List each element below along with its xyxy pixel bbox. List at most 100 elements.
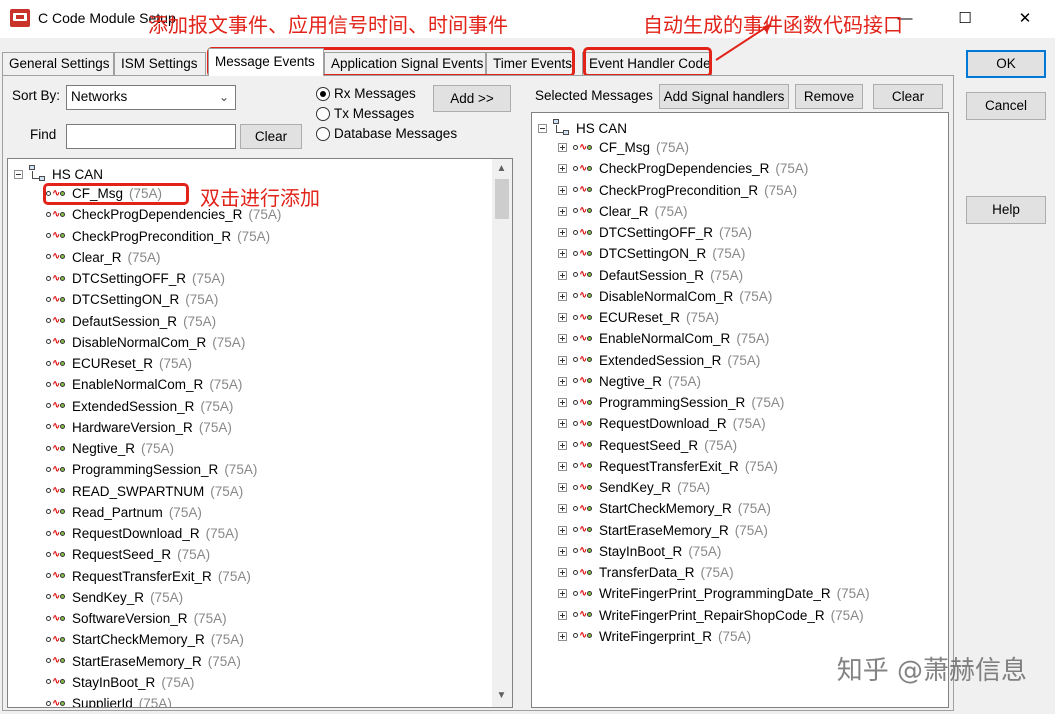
message-item[interactable]: ∿ DTCSettingOFF_R (75A) [558, 222, 752, 243]
message-item[interactable]: ∿ RequestDownload_R (75A) [558, 413, 766, 434]
message-item[interactable]: ∿ EnableNormalCom_R (75A) [558, 328, 769, 349]
message-item[interactable]: ∿ SendKey_R (75A) [46, 587, 183, 608]
collapse-icon[interactable] [14, 169, 23, 179]
expand-icon[interactable] [558, 228, 567, 237]
tree-root-hs-can[interactable]: HS CAN [14, 165, 103, 183]
message-item[interactable]: ∿ READ_SWPARTNUM (75A) [46, 481, 243, 502]
message-item[interactable]: ∿ Read_Partnum (75A) [46, 502, 202, 523]
expand-icon[interactable] [558, 440, 567, 450]
message-item[interactable]: ∿ ProgrammingSession_R (75A) [46, 459, 257, 480]
message-item[interactable]: ∿ StartCheckMemory_R (75A) [558, 498, 771, 519]
message-item[interactable]: ∿ RequestTransferExit_R (75A) [46, 566, 251, 587]
tab-general-settings[interactable]: General Settings [2, 52, 114, 75]
selected-messages-tree[interactable]: HS CAN ∿ CF_Msg (75A) ∿ CheckProgDependencie… [531, 112, 949, 708]
selected-clear-button[interactable]: Clear [873, 84, 943, 109]
expand-icon[interactable] [558, 270, 567, 280]
expand-icon[interactable] [558, 631, 567, 641]
expand-icon[interactable] [558, 546, 567, 556]
expand-icon[interactable] [558, 525, 567, 535]
expand-icon[interactable] [558, 143, 567, 152]
expand-icon[interactable] [558, 164, 567, 174]
radio-database-messages[interactable]: Database Messages [316, 126, 457, 141]
radio-tx-messages[interactable]: Tx Messages [316, 106, 414, 121]
message-item[interactable]: ∿ HardwareVersion_R (75A) [46, 417, 232, 438]
scroll-down-icon[interactable]: ▼ [493, 687, 510, 704]
message-item[interactable]: ∿ Clear_R (75A) [558, 201, 688, 222]
add-button[interactable]: Add >> [433, 85, 511, 112]
message-item[interactable]: ∿ StartCheckMemory_R (75A) [46, 629, 244, 650]
message-item[interactable]: ∿ CheckProgPrecondition_R (75A) [558, 180, 797, 201]
message-item[interactable]: ∿ DefautSession_R (75A) [46, 311, 216, 332]
collapse-icon[interactable] [538, 123, 547, 133]
help-button[interactable]: Help [966, 196, 1046, 224]
expand-icon[interactable] [558, 610, 567, 620]
tab-ism-settings[interactable]: ISM Settings [114, 52, 206, 75]
message-item[interactable]: ∿ StartEraseMemory_R (75A) [558, 520, 768, 541]
expand-icon[interactable] [558, 185, 567, 195]
tab-message-events[interactable]: Message Events [208, 48, 324, 76]
available-messages-tree[interactable]: HS CAN ∿ CF_Msg (75A) ∿ CheckProgDependencie… [7, 158, 513, 708]
message-item[interactable]: ∿ Clear_R (75A) [46, 247, 161, 268]
message-item[interactable]: ∿ ECUReset_R (75A) [46, 353, 192, 374]
message-item[interactable]: ∿ StayInBoot_R (75A) [46, 672, 194, 693]
message-item[interactable]: ∿ WriteFingerPrint_RepairShopCode_R (75A) [558, 605, 864, 626]
expand-icon[interactable] [558, 291, 567, 301]
tree-root-hs-can[interactable]: HS CAN [538, 119, 627, 137]
expand-icon[interactable] [558, 461, 567, 471]
left-tree-scrollbar[interactable]: ▲ ▼ [492, 159, 512, 707]
expand-icon[interactable] [558, 504, 567, 514]
expand-icon[interactable] [558, 589, 567, 599]
expand-icon[interactable] [558, 206, 567, 216]
message-item[interactable]: ∿ DTCSettingOFF_R (75A) [46, 268, 225, 289]
scroll-thumb[interactable] [495, 179, 509, 219]
message-item[interactable]: ∿ DTCSettingON_R (75A) [46, 289, 218, 310]
expand-icon[interactable] [558, 568, 567, 577]
message-item[interactable]: ∿ EnableNormalCom_R (75A) [46, 374, 242, 395]
message-item[interactable]: ∿ DisableNormalCom_R (75A) [46, 332, 245, 353]
message-item[interactable]: ∿ DisableNormalCom_R (75A) [558, 286, 772, 307]
expand-icon[interactable] [558, 334, 567, 344]
expand-icon[interactable] [558, 483, 567, 492]
message-item[interactable]: ∿ ExtendedSession_R (75A) [46, 396, 233, 417]
expand-icon[interactable] [558, 249, 567, 259]
expand-icon[interactable] [558, 398, 567, 407]
sort-by-select[interactable]: Networks ⌄ [66, 85, 236, 110]
message-item[interactable]: ∿ RequestDownload_R (75A) [46, 523, 239, 544]
find-clear-button[interactable]: Clear [240, 124, 302, 149]
maximize-button[interactable]: ☐ [945, 6, 985, 32]
message-item[interactable]: ∿ SendKey_R (75A) [558, 477, 710, 498]
message-item[interactable]: ∿ CheckProgDependencies_R (75A) [558, 158, 808, 179]
message-item[interactable]: ∿ Negtive_R (75A) [558, 371, 701, 392]
cancel-button[interactable]: Cancel [966, 92, 1046, 120]
message-item[interactable]: ∿ ProgrammingSession_R (75A) [558, 392, 784, 413]
message-item[interactable]: ∿ WriteFingerprint_R (75A) [558, 626, 751, 647]
message-item[interactable]: ∿ TransferData_R (75A) [558, 562, 734, 583]
message-item[interactable]: ∿ SoftwareVersion_R (75A) [46, 608, 227, 629]
expand-icon[interactable] [558, 313, 567, 322]
message-item[interactable]: ∿ WriteFingerPrint_ProgrammingDate_R (75A) [558, 583, 870, 604]
ok-button[interactable]: OK [966, 50, 1046, 78]
message-item[interactable]: ∿ DefautSession_R (75A) [558, 265, 743, 286]
scroll-up-icon[interactable]: ▲ [493, 160, 510, 177]
close-button[interactable]: ✕ [1005, 6, 1045, 32]
message-item[interactable]: ∿ ECUReset_R (75A) [558, 307, 719, 328]
message-item[interactable]: ∿ Negtive_R (75A) [46, 438, 174, 459]
message-item[interactable]: ∿ CheckProgPrecondition_R (75A) [46, 226, 270, 247]
expand-icon[interactable] [558, 376, 567, 386]
message-item[interactable]: ∿ StayInBoot_R (75A) [558, 541, 721, 562]
add-signal-handlers-button[interactable]: Add Signal handlers [659, 84, 789, 109]
message-item[interactable]: ∿ RequestSeed_R (75A) [558, 435, 737, 456]
expand-icon[interactable] [558, 355, 567, 365]
message-item[interactable]: ∿ SupplierId (75A) [46, 693, 172, 707]
message-id: (75A) [198, 419, 232, 435]
message-item[interactable]: ∿ StartEraseMemory_R (75A) [46, 651, 241, 672]
message-item[interactable]: ∿ CF_Msg (75A) [558, 137, 689, 158]
find-input[interactable] [66, 124, 236, 149]
radio-rx-messages[interactable]: Rx Messages [316, 86, 416, 101]
message-item[interactable]: ∿ ExtendedSession_R (75A) [558, 350, 760, 371]
message-item[interactable]: ∿ RequestTransferExit_R (75A) [558, 456, 778, 477]
message-item[interactable]: ∿ DTCSettingON_R (75A) [558, 243, 745, 264]
message-item[interactable]: ∿ RequestSeed_R (75A) [46, 544, 210, 565]
remove-button[interactable]: Remove [795, 84, 863, 109]
expand-icon[interactable] [558, 419, 567, 429]
